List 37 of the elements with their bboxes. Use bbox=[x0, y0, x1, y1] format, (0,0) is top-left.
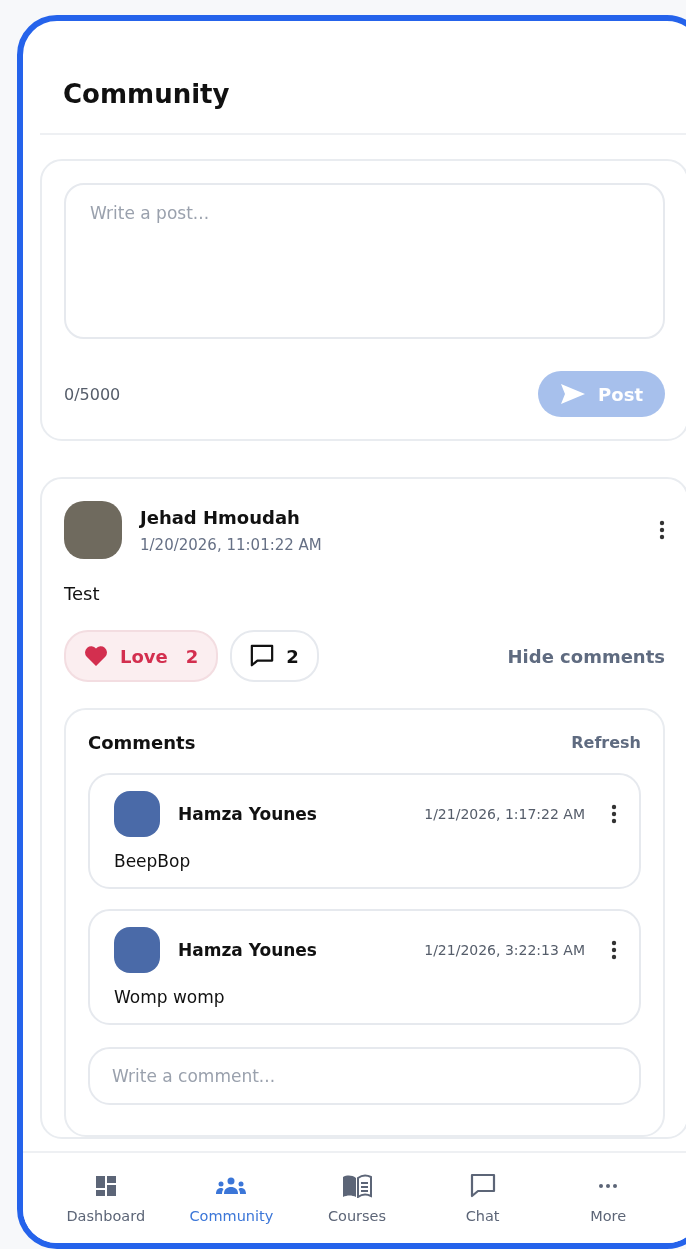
comment-time: 1/21/2026, 1:17:22 AM bbox=[424, 806, 585, 822]
avatar-photo bbox=[64, 501, 122, 559]
refresh-link[interactable]: Refresh bbox=[571, 733, 641, 752]
avatar-photo bbox=[114, 791, 160, 837]
people-icon bbox=[216, 1177, 247, 1195]
nav-tab[interactable]: More bbox=[545, 1153, 671, 1243]
comment-icon bbox=[250, 644, 275, 668]
comment-text: BeepBop bbox=[114, 851, 192, 871]
chat-icon bbox=[469, 1173, 496, 1199]
character-counter: 0/5000 bbox=[64, 384, 121, 404]
send-icon bbox=[560, 383, 587, 405]
comment-time: 1/21/2026, 3:22:13 AM bbox=[424, 942, 585, 958]
post-text: Test bbox=[64, 583, 101, 604]
comments-heading: Comments bbox=[88, 732, 196, 753]
heart-icon bbox=[84, 645, 108, 667]
nav-tab[interactable]: Courses bbox=[294, 1153, 420, 1243]
more-options-icon[interactable] bbox=[659, 520, 665, 540]
more-options-icon[interactable] bbox=[611, 804, 617, 824]
post-input[interactable]: Write a post... bbox=[64, 183, 665, 339]
comment-author: Hamza Younes bbox=[178, 804, 317, 824]
comments-button[interactable]: 2 bbox=[230, 630, 319, 682]
nav-tab[interactable]: Chat bbox=[419, 1153, 546, 1243]
more-options-icon[interactable] bbox=[611, 940, 617, 960]
avatar-photo bbox=[114, 927, 160, 973]
hide-comments-link[interactable]: Hide comments bbox=[507, 645, 665, 667]
nav-tab[interactable]: Dashboard bbox=[43, 1153, 169, 1243]
author-name: Jehad Hmoudah bbox=[140, 506, 301, 528]
page-title: Community bbox=[62, 78, 231, 111]
comment-text: Womp womp bbox=[114, 987, 226, 1007]
more-icon bbox=[598, 1183, 619, 1189]
love-button[interactable]: Love 2 bbox=[64, 630, 219, 682]
comment-input[interactable]: Write a comment... bbox=[88, 1047, 641, 1105]
post-time: 1/20/2026, 11:01:22 AM bbox=[140, 535, 322, 554]
dashboard-icon bbox=[93, 1174, 118, 1198]
nav-tab[interactable]: Community bbox=[168, 1153, 295, 1243]
book-icon bbox=[342, 1174, 372, 1198]
comment-author: Hamza Younes bbox=[178, 940, 317, 960]
